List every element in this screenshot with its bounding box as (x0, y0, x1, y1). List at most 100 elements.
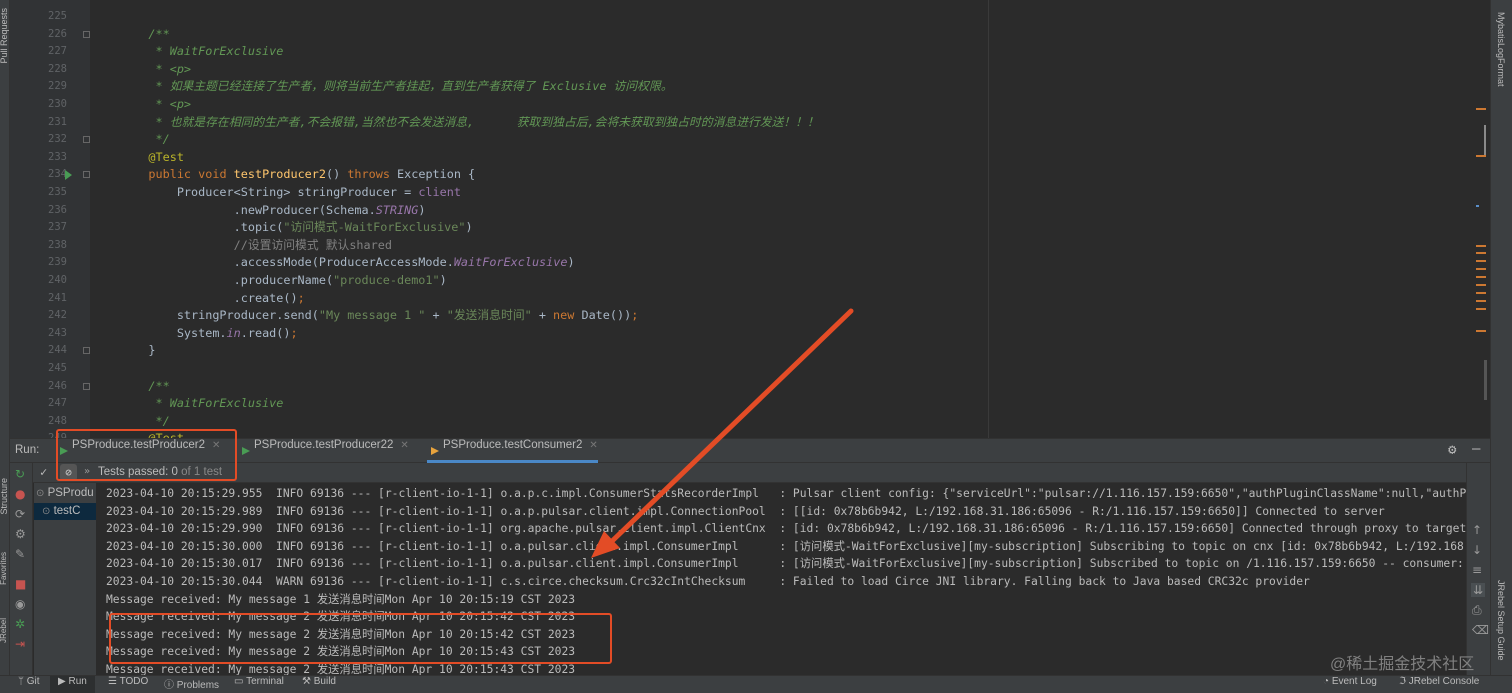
structure-tab[interactable]: Structure (0, 478, 9, 515)
line-number: 234 (48, 168, 67, 181)
close-icon[interactable]: ✕ (400, 440, 408, 451)
exit-icon[interactable]: ⇥ (15, 637, 25, 651)
console-line: 2023-04-10 20:15:29.990 INFO 69136 --- [… (106, 522, 1466, 536)
event-log-icon: ◔ (1323, 676, 1330, 687)
gear-icon[interactable]: ⚙ (1448, 442, 1456, 458)
todo-tool[interactable]: ☰ TODO (108, 676, 148, 693)
console-line: Message received: My message 1 发送消息时间Mon… (106, 592, 576, 606)
line-number: 227 (48, 45, 67, 58)
camera-icon[interactable]: ◉ (15, 597, 25, 611)
error-stripe (1466, 0, 1490, 438)
jrebel-setup-guide-tab[interactable]: JRebel Setup Guide (1496, 580, 1506, 661)
git-icon: ᛘ (18, 676, 24, 687)
run-test-icon[interactable] (65, 170, 72, 181)
code-editor[interactable]: /** * WaitForExclusive * <p> * 如果主题已经连接了… (90, 0, 1466, 438)
code-line: * <p> (120, 97, 192, 111)
code-line: .newProducer(Schema.STRING) (120, 202, 426, 217)
line-number: 241 (48, 291, 67, 304)
run-label: Run: (15, 444, 40, 456)
terminal-icon: ▭ (234, 676, 244, 687)
code-line: */ (120, 132, 170, 147)
code-line: * 如果主题已经连接了生产者，则将当前生产者挂起，直到生产者获得了 Exclus… (120, 79, 673, 94)
problems-tool[interactable]: ⓘ Problems (164, 676, 219, 693)
tab-test-consumer2[interactable]: PSProduce.testConsumer2 ✕ (427, 439, 598, 463)
git-tool[interactable]: ᛘ Git (18, 676, 40, 693)
fold-marker-icon[interactable] (83, 382, 90, 390)
close-icon[interactable]: ✕ (589, 440, 597, 451)
wrench-icon[interactable]: ✎ (15, 547, 25, 561)
toggle-auto-test-icon[interactable]: ⟳ (15, 507, 25, 521)
jrebel-console-tool[interactable]: ℑ JRebel Console (1399, 676, 1479, 693)
line-number: 236 (48, 203, 67, 216)
down-arrow-icon[interactable]: ↓ (1472, 543, 1482, 557)
tree-item-selected[interactable]: ⊙ testC (34, 503, 96, 520)
soft-wrap-icon[interactable]: ≡ (1472, 563, 1482, 577)
code-line: Producer<String> stringProducer = client (120, 185, 461, 199)
line-number: 229 (48, 80, 67, 93)
coverage-icon[interactable]: ✲ (15, 617, 25, 631)
code-line: public void testProducer2() throws Excep… (148, 167, 476, 182)
code-line: } (120, 343, 156, 358)
scroll-to-end-icon[interactable]: ⇊ (1471, 583, 1486, 597)
rerun-icon[interactable]: ↻ (15, 467, 25, 481)
run-icon: ▶ (58, 676, 66, 687)
line-number-gutter: 225 226 227 228 229 230 231 232 233 234 235 236 237 2… (10, 0, 90, 444)
line-number: 228 (48, 62, 67, 75)
line-number: 246 (48, 379, 67, 392)
line-number: 242 (48, 309, 67, 322)
run-config-icon (431, 447, 439, 455)
jrebel-icon: ℑ (1399, 676, 1406, 687)
console-line: 2023-04-10 20:15:30.044 WARN 69136 --- [… (106, 575, 1310, 588)
right-margin-guide (988, 0, 989, 438)
tab-test-producer22[interactable]: PSProduce.testProducer22 ✕ (238, 439, 409, 463)
line-number: 233 (48, 150, 67, 163)
fold-marker-icon[interactable] (83, 30, 90, 38)
code-line: * WaitForExclusive (120, 396, 284, 411)
fold-marker-icon[interactable] (83, 171, 90, 179)
code-line: //设置访问模式 默认shared (233, 237, 392, 252)
status-bar: ᛘ Git ▶ Run ☰ TODO ⓘ Problems ▭ Terminal… (0, 675, 1512, 693)
line-number: 248 (48, 414, 67, 427)
line-number: 239 (48, 256, 67, 269)
jrebel-tab[interactable]: JRebel (0, 618, 8, 643)
code-line: .accessMode(ProducerAccessMode.WaitForEx… (120, 255, 575, 270)
console-line: 2023-04-10 20:15:29.989 INFO 69136 --- [… (106, 504, 1385, 518)
tree-root[interactable]: ⊙ PSProdu (36, 487, 94, 499)
check-icon[interactable]: ✓ (40, 465, 47, 479)
watermark: @稀土掘金技术社区 (1330, 656, 1475, 673)
code-line: /** (120, 378, 170, 393)
line-number: 238 (48, 238, 67, 251)
line-number: 243 (48, 326, 67, 339)
code-line: */ (120, 413, 170, 428)
debug-icon[interactable]: ⚙ (15, 527, 26, 541)
line-number: 237 (48, 221, 67, 234)
mybatis-log-format-tab[interactable]: MybatisLogFormat (1496, 12, 1506, 87)
code-line: * WaitForExclusive (120, 44, 284, 59)
pull-requests-tab[interactable]: Pull Requests (0, 8, 9, 64)
fold-marker-icon[interactable] (83, 136, 90, 144)
code-line: System.in.read(); (120, 325, 298, 340)
fold-marker-icon[interactable] (83, 347, 90, 355)
build-tool[interactable]: ⚒ Build (302, 676, 336, 693)
favorites-tab[interactable]: Favorites (0, 552, 8, 585)
trash-icon[interactable]: ⌫ (1472, 623, 1489, 637)
line-number: 247 (48, 397, 67, 410)
minimize-icon[interactable]: — (1472, 441, 1480, 457)
rerun-failed-icon[interactable]: ● (15, 487, 25, 501)
console-line: 2023-04-10 20:15:30.017 INFO 69136 --- [… (106, 557, 1466, 571)
code-line: .create(); (120, 290, 305, 305)
code-line: @Test (148, 149, 184, 164)
terminal-tool[interactable]: ▭ Terminal (234, 676, 284, 693)
tab-label: PSProduce.testConsumer2 (443, 439, 583, 451)
print-icon[interactable]: ⎙ (1472, 603, 1482, 618)
up-arrow-icon[interactable]: ↑ (1472, 523, 1482, 537)
run-tool-column: ↻ ● ⟳ ⚙ ✎ ■ ◉ ✲ ⇥ (10, 463, 33, 675)
line-number: 226 (48, 27, 67, 40)
info-icon: ⓘ (164, 680, 174, 691)
line-number: 245 (48, 362, 67, 374)
run-tool[interactable]: ▶ Run (50, 676, 95, 693)
stop-icon[interactable]: ■ (15, 577, 26, 591)
code-line: stringProducer.send("My message 1 " + "发… (120, 308, 639, 323)
console-side-tools: ↑ ↓ ≡ ⇊ ⎙ ⌫ (1466, 463, 1490, 675)
event-log-tool[interactable]: ◔ Event Log (1323, 676, 1377, 693)
